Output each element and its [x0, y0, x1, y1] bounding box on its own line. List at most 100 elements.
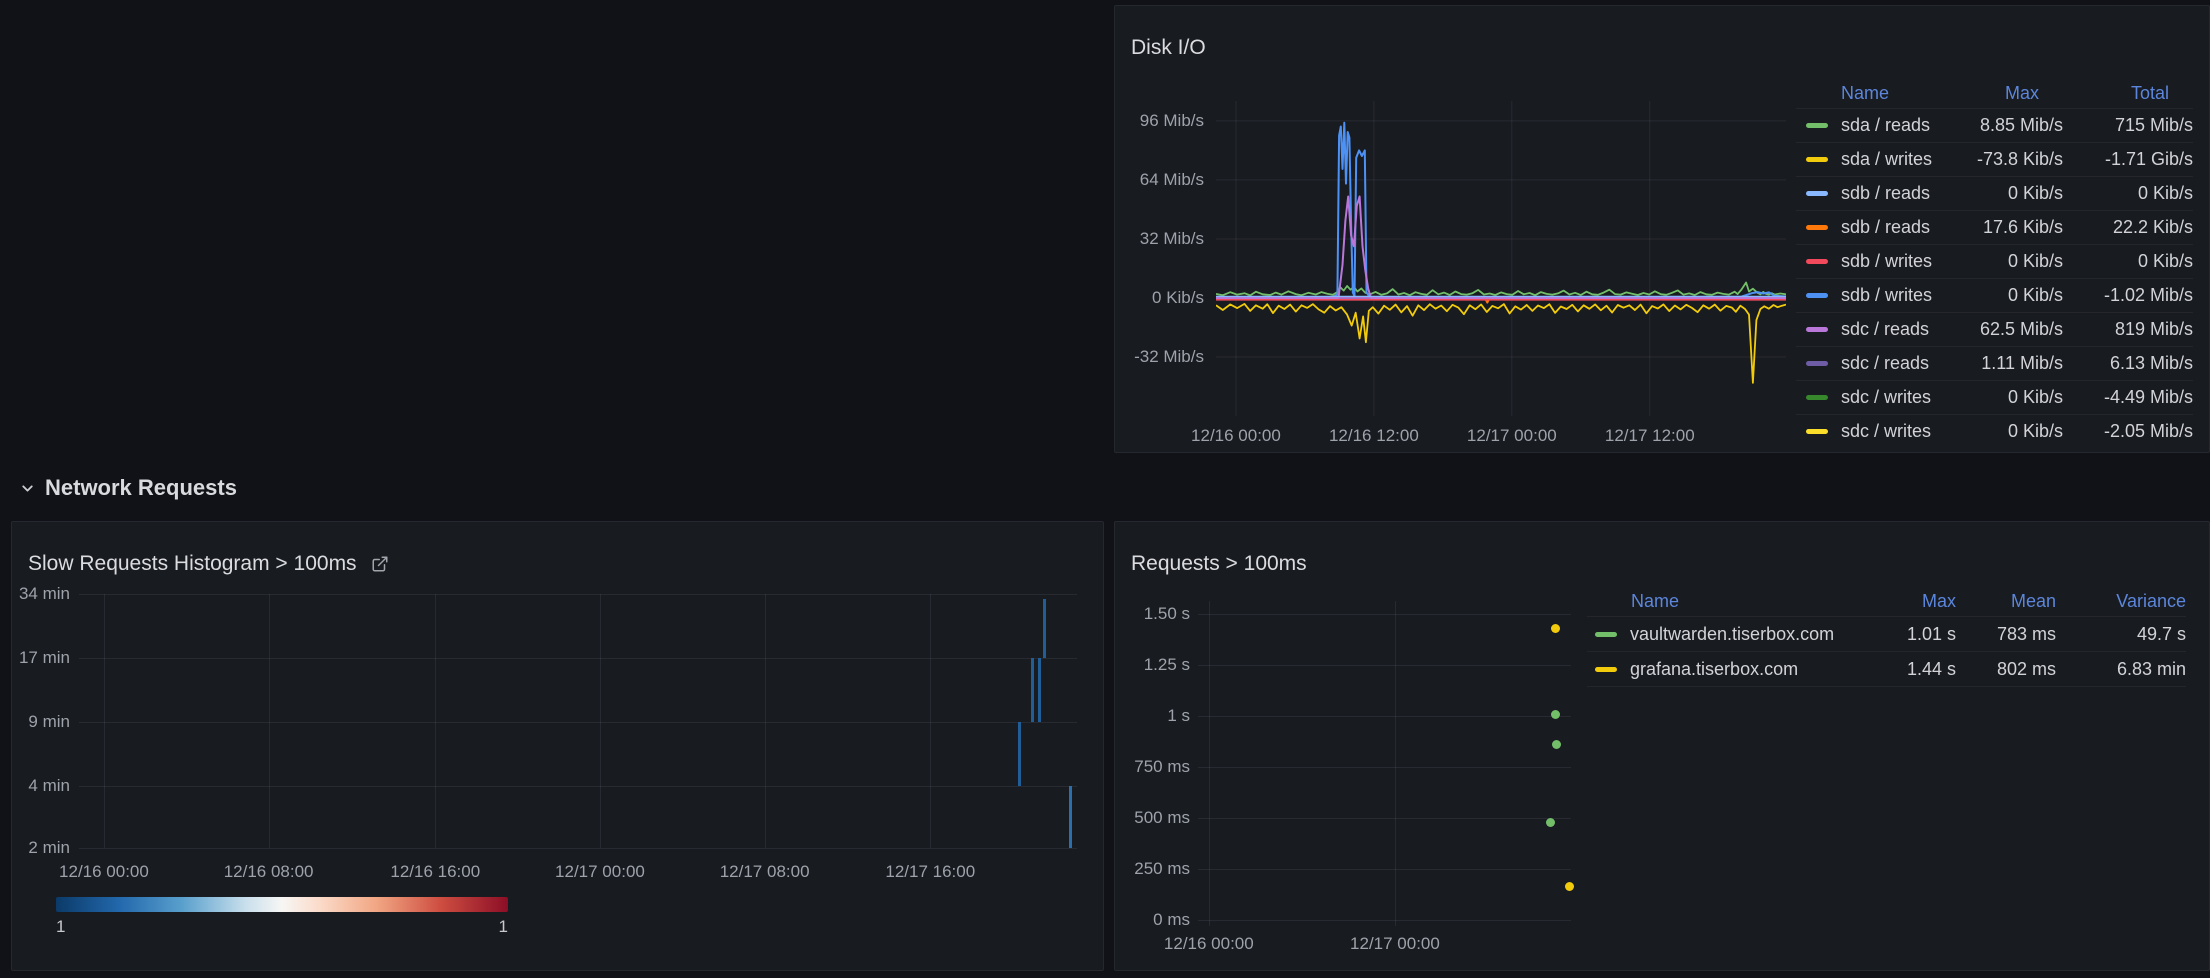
panel-title-text: Disk I/O [1131, 36, 1206, 60]
section-network-requests[interactable]: Network Requests [19, 475, 237, 501]
series-max-value: 17.6 Kib/s [1933, 217, 2063, 238]
y-tick-label: 1.25 s [1110, 655, 1190, 675]
x-tick-label: 12/17 16:00 [860, 862, 1000, 882]
series-name-label: grafana.tiserbox.com [1630, 659, 1798, 680]
series-mean-value: 802 ms [1956, 659, 2056, 680]
legend-header-max[interactable]: Max [1866, 591, 1956, 612]
requests-legend-table: Name Max Mean Variance vaultwarden.tiser… [1587, 587, 2186, 687]
x-tick-label: 12/17 08:00 [695, 862, 835, 882]
series-name-label: sdb / writes [1841, 251, 1932, 272]
series-total-value: 819 Mib/s [2063, 319, 2193, 340]
legend-header-mean[interactable]: Mean [1956, 591, 2056, 612]
x-tick-label: 12/16 00:00 [1171, 426, 1301, 446]
disk-io-chart [1216, 101, 1786, 416]
series-name[interactable]: vaultwarden.tiserbox.com [1587, 624, 1866, 645]
series-color-swatch [1806, 327, 1828, 332]
series-line-sdc-reads-burst [1216, 197, 1786, 299]
series-color-swatch [1806, 395, 1828, 400]
gridline-horizontal [1198, 869, 1571, 870]
color-scale-gradient [56, 897, 508, 912]
panel-title-requests[interactable]: Requests > 100ms [1131, 552, 1307, 576]
y-tick-label: 750 ms [1110, 757, 1190, 777]
y-tick-label: 0 Kib/s [1114, 288, 1204, 308]
histogram-cell [1043, 599, 1046, 658]
legend-header-variance[interactable]: Variance [2056, 591, 2186, 612]
legend-header-total[interactable]: Total [2063, 83, 2193, 104]
panel-title-disk-io[interactable]: Disk I/O [1131, 36, 1206, 60]
series-max-value: 0 Kib/s [1933, 387, 2063, 408]
legend-row: sdb / writes0 Kib/s0 Kib/s [1796, 245, 2193, 279]
y-tick-label: 1 s [1110, 706, 1190, 726]
legend-header-name[interactable]: Name [1796, 83, 1933, 104]
panel-disk-io: Disk I/O 96 Mib/s64 Mib/s32 Mib/s0 Kib/s… [1114, 5, 2210, 453]
series-name[interactable]: sda / writes [1796, 149, 1933, 170]
series-name[interactable]: grafana.tiserbox.com [1587, 659, 1866, 680]
gridline-horizontal [1198, 665, 1571, 666]
x-tick-label: 12/16 08:00 [199, 862, 339, 882]
disk-legend-header: Name Max Total [1796, 79, 2193, 109]
y-tick-label: 64 Mib/s [1114, 170, 1204, 190]
series-color-swatch [1806, 293, 1828, 298]
series-color-swatch [1806, 429, 1828, 434]
panel-title-text: Requests > 100ms [1131, 552, 1307, 576]
series-color-swatch [1806, 191, 1828, 196]
legend-row: sda / writes-73.8 Kib/s-1.71 Gib/s [1796, 143, 2193, 177]
series-total-value: -2.05 Mib/s [2063, 421, 2193, 441]
y-tick-label: 500 ms [1110, 808, 1190, 828]
series-name[interactable]: sdc / reads [1796, 353, 1933, 374]
series-total-value: -1.71 Gib/s [2063, 149, 2193, 170]
series-total-value: 22.2 Kib/s [2063, 217, 2193, 238]
x-tick-label: 12/16 00:00 [1139, 934, 1279, 954]
panel-title-slow-requests[interactable]: Slow Requests Histogram > 100ms [28, 552, 389, 576]
series-name[interactable]: sdc / writes [1796, 421, 1933, 441]
series-name[interactable]: sdb / writes [1796, 251, 1933, 272]
series-name[interactable]: sda / reads [1796, 115, 1933, 136]
chevron-down-icon[interactable] [19, 480, 36, 497]
gridline-horizontal [79, 658, 1077, 659]
legend-header-max[interactable]: Max [1933, 83, 2063, 104]
series-name[interactable]: sdc / reads [1796, 319, 1933, 340]
gridline-horizontal [1198, 818, 1571, 819]
y-tick-label: 1.50 s [1110, 604, 1190, 624]
series-name[interactable]: sdc / writes [1796, 387, 1933, 408]
series-name-label: sda / reads [1841, 115, 1930, 136]
x-tick-label: 12/17 00:00 [1447, 426, 1577, 446]
series-line-sda-writes [1216, 304, 1786, 383]
series-name-label: sdc / writes [1841, 421, 1931, 441]
series-name[interactable]: sdb / writes [1796, 285, 1933, 306]
series-max-value: 62.5 Mib/s [1933, 319, 2063, 340]
series-name[interactable]: sdb / reads [1796, 183, 1933, 204]
x-tick-label: 12/16 00:00 [34, 862, 174, 882]
series-name-label: sdc / writes [1841, 387, 1931, 408]
gridline-horizontal [1198, 767, 1571, 768]
x-tick-label: 12/16 12:00 [1309, 426, 1439, 446]
histogram-cell [1069, 786, 1072, 848]
legend-row: sdc / writes0 Kib/s-4.49 Mib/s [1796, 381, 2193, 415]
series-max-value: 8.85 Mib/s [1933, 115, 2063, 136]
series-max-value: 1.11 Mib/s [1933, 353, 2063, 374]
external-link-icon[interactable] [371, 555, 389, 573]
panel-slow-requests-histogram: Slow Requests Histogram > 100ms 34 min17… [11, 521, 1104, 971]
series-color-swatch [1806, 157, 1828, 162]
series-name-label: sdc / reads [1841, 319, 1929, 340]
y-tick-label: 17 min [0, 648, 70, 668]
series-name-label: sdc / reads [1841, 353, 1929, 374]
legend-header-name[interactable]: Name [1587, 591, 1866, 612]
series-max-value: 1.01 s [1866, 624, 1956, 645]
gridline-vertical [930, 594, 931, 848]
requests-scatter-chart [1198, 601, 1571, 926]
gridline-horizontal [79, 594, 1077, 595]
series-total-value: -4.49 Mib/s [2063, 387, 2193, 408]
gridline-vertical [1395, 601, 1396, 926]
series-name[interactable]: sdb / reads [1796, 217, 1933, 238]
x-tick-label: 12/16 16:00 [365, 862, 505, 882]
series-total-value: -1.02 Mib/s [2063, 285, 2193, 306]
legend-row: sdb / writes0 Kib/s-1.02 Mib/s [1796, 279, 2193, 313]
gridline-horizontal [1198, 716, 1571, 717]
scatter-point [1546, 818, 1555, 827]
gridline-horizontal [79, 848, 1077, 849]
series-total-value: 0 Kib/s [2063, 251, 2193, 272]
gridline-vertical [104, 594, 105, 848]
histogram-chart [79, 594, 1077, 848]
legend-row: sdc / reads62.5 Mib/s819 Mib/s [1796, 313, 2193, 347]
